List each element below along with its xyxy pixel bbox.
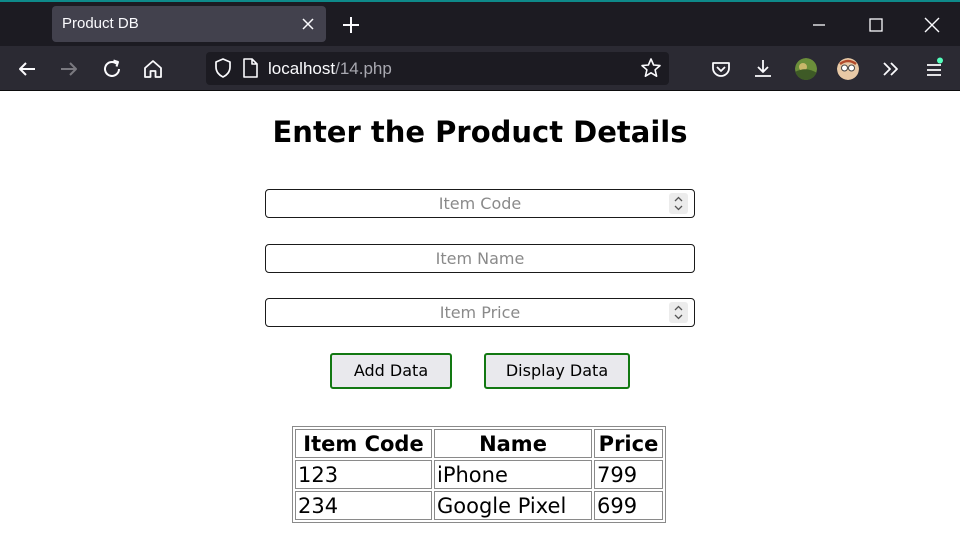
extension-avatar-icon[interactable] xyxy=(795,58,817,80)
column-header-name: Name xyxy=(434,429,592,458)
reload-icon[interactable] xyxy=(100,57,124,81)
display-data-button[interactable]: Display Data xyxy=(484,353,630,389)
item-code-input[interactable] xyxy=(266,190,694,217)
url-bar[interactable]: localhost/14.php xyxy=(206,52,669,85)
url-host: localhost xyxy=(268,59,336,78)
table-header-row: Item Code Name Price xyxy=(295,429,663,458)
url-path: /14.php xyxy=(335,59,392,78)
star-icon[interactable] xyxy=(640,57,662,79)
products-table: Item Code Name Price 123 iPhone 799 234 … xyxy=(292,426,666,523)
profile-avatar-icon[interactable] xyxy=(837,58,859,80)
cell-name: Google Pixel xyxy=(434,491,592,520)
page-title: Enter the Product Details xyxy=(272,115,688,149)
column-header-item-code: Item Code xyxy=(295,429,432,458)
cell-item-code: 234 xyxy=(295,491,432,520)
item-price-input[interactable] xyxy=(266,299,694,326)
cell-name: iPhone xyxy=(434,460,592,489)
number-spinner-icon[interactable] xyxy=(669,193,688,214)
add-data-button[interactable]: Add Data xyxy=(330,353,452,389)
cell-price: 699 xyxy=(594,491,663,520)
plus-icon[interactable] xyxy=(340,14,362,36)
column-header-price: Price xyxy=(594,429,663,458)
page-icon[interactable] xyxy=(240,57,260,79)
cell-item-code: 123 xyxy=(295,460,432,489)
back-icon[interactable] xyxy=(15,57,39,81)
item-name-field[interactable] xyxy=(265,244,695,273)
pocket-icon[interactable] xyxy=(709,57,733,81)
item-code-field[interactable] xyxy=(265,189,695,218)
cell-price: 799 xyxy=(594,460,663,489)
table-row: 234 Google Pixel 699 xyxy=(295,491,663,520)
minimize-icon[interactable] xyxy=(806,12,832,38)
nav-bar: localhost/14.php xyxy=(0,46,960,91)
number-spinner-icon[interactable] xyxy=(669,302,688,323)
page-content: Enter the Product Details Add Data Displ… xyxy=(0,91,960,540)
close-icon[interactable] xyxy=(298,14,318,34)
overflow-chevrons-icon[interactable] xyxy=(879,57,903,81)
tab-title: Product DB xyxy=(62,15,139,32)
download-icon[interactable] xyxy=(751,57,775,81)
tab-product-db[interactable]: Product DB xyxy=(52,6,326,42)
table-row: 123 iPhone 799 xyxy=(295,460,663,489)
item-price-field[interactable] xyxy=(265,298,695,327)
url-text[interactable]: localhost/14.php xyxy=(268,59,392,79)
home-icon[interactable] xyxy=(141,57,165,81)
window-close-icon[interactable] xyxy=(919,12,945,38)
shield-icon[interactable] xyxy=(212,57,234,79)
tab-bar: Product DB xyxy=(0,0,960,46)
maximize-icon[interactable] xyxy=(863,12,889,38)
menu-icon[interactable] xyxy=(922,57,946,81)
item-name-input[interactable] xyxy=(266,245,694,272)
forward-icon[interactable] xyxy=(57,57,81,81)
